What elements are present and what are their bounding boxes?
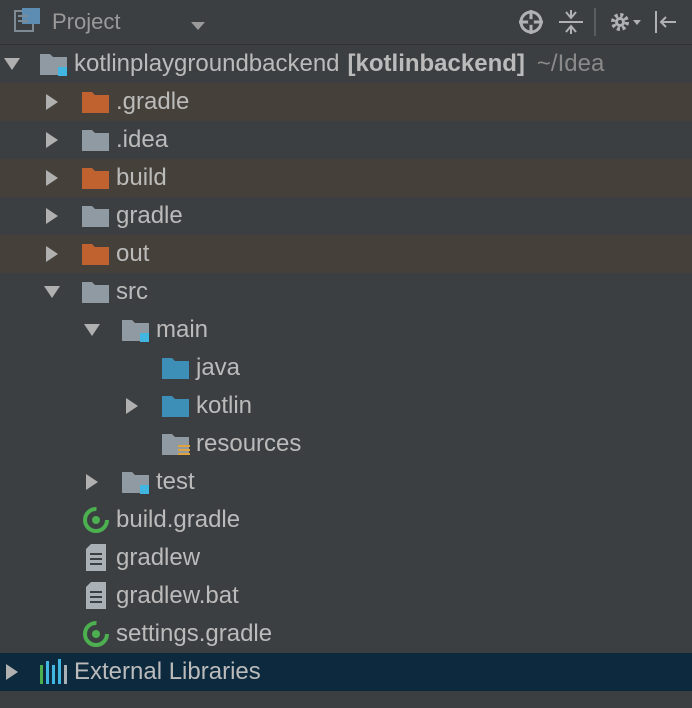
source-folder-icon	[160, 354, 192, 382]
tree-row-build-gradle[interactable]: build.gradle	[0, 501, 692, 539]
folder-icon	[80, 202, 112, 230]
no-arrow-spacer	[40, 584, 64, 608]
settings-icon[interactable]	[608, 5, 642, 39]
no-arrow-spacer	[40, 508, 64, 532]
tree-row-main[interactable]: main	[0, 311, 692, 349]
collapse-all-icon[interactable]	[554, 5, 588, 39]
tree-row-build[interactable]: build	[0, 159, 692, 197]
no-arrow-spacer	[40, 546, 64, 570]
text-file-icon	[80, 544, 112, 572]
expanded-arrow-icon[interactable]	[40, 280, 64, 304]
tree-row-gradle[interactable]: gradle	[0, 197, 692, 235]
text-file-icon	[80, 582, 112, 610]
source-folder-icon	[160, 392, 192, 420]
tree-row-out[interactable]: out	[0, 235, 692, 273]
tree-item-label: main	[156, 316, 209, 343]
dropdown-caret-icon[interactable]	[190, 18, 206, 36]
tree-row-dot-gradle[interactable]: .gradle	[0, 83, 692, 121]
collapsed-arrow-icon[interactable]	[40, 204, 64, 228]
tree-row-java[interactable]: java	[0, 349, 692, 387]
collapsed-arrow-icon[interactable]	[40, 128, 64, 152]
collapsed-arrow-icon[interactable]	[80, 470, 104, 494]
toolbar-separator	[594, 8, 596, 36]
tree-item-label: gradlew	[116, 544, 201, 571]
module-folder-icon	[38, 50, 70, 78]
tree-item-label: kotlin	[196, 392, 253, 419]
no-arrow-spacer	[40, 622, 64, 646]
gradle-file-icon	[80, 620, 112, 648]
locate-icon[interactable]	[514, 5, 548, 39]
excluded-folder-icon	[80, 164, 112, 192]
module-folder-icon	[120, 316, 152, 344]
folder-icon	[80, 278, 112, 306]
tree-row-dot-idea[interactable]: .idea	[0, 121, 692, 159]
module-folder-icon	[120, 468, 152, 496]
expanded-arrow-icon[interactable]	[80, 318, 104, 342]
project-view-title: Project	[52, 9, 121, 34]
tree-row-root[interactable]: kotlinplaygroundbackend [kotlinbackend] …	[0, 45, 692, 83]
no-arrow-spacer	[120, 432, 144, 456]
tree-item-label: build.gradle	[116, 506, 241, 533]
collapsed-arrow-icon[interactable]	[40, 90, 64, 114]
collapsed-arrow-icon[interactable]	[40, 166, 64, 190]
tree-row-test[interactable]: test	[0, 463, 692, 501]
collapsed-arrow-icon[interactable]	[0, 660, 24, 684]
tree-row-src[interactable]: src	[0, 273, 692, 311]
tree-item-label: build	[116, 164, 167, 191]
tree-item-label: test	[156, 468, 195, 495]
project-tree: kotlinplaygroundbackend [kotlinbackend] …	[0, 45, 692, 691]
tree-row-gradlew[interactable]: gradlew	[0, 539, 692, 577]
folder-icon	[80, 126, 112, 154]
root-path: ~/Idea	[536, 50, 605, 77]
tree-item-label: gradle	[116, 202, 183, 229]
tree-item-label: gradlew.bat	[116, 582, 239, 609]
tree-item-label: src	[116, 278, 148, 305]
excluded-folder-icon	[80, 88, 112, 116]
project-view-selector[interactable]: Project	[14, 0, 120, 44]
tree-row-resources[interactable]: resources	[0, 425, 692, 463]
tree-row-settings-gradle[interactable]: settings.gradle	[0, 615, 692, 653]
collapsed-arrow-icon[interactable]	[40, 242, 64, 266]
expanded-arrow-icon[interactable]	[0, 52, 24, 76]
tree-row-external-libraries[interactable]: External Libraries	[0, 653, 692, 691]
tree-row-gradlew-bat[interactable]: gradlew.bat	[0, 577, 692, 615]
root-label: kotlinplaygroundbackend	[74, 50, 340, 77]
tree-item-label: resources	[196, 430, 302, 457]
hide-panel-icon[interactable]	[648, 5, 682, 39]
tree-item-label: settings.gradle	[116, 620, 273, 647]
tree-item-label: java	[196, 354, 241, 381]
collapsed-arrow-icon[interactable]	[120, 394, 144, 418]
tree-item-label: .gradle	[116, 88, 190, 115]
no-arrow-spacer	[120, 356, 144, 380]
module-name: [kotlinbackend]	[347, 50, 525, 77]
tree-item-label: External Libraries	[74, 658, 261, 685]
project-view-icon	[14, 7, 42, 38]
tree-item-label: .idea	[116, 126, 169, 153]
tree-item-label: out	[116, 240, 150, 267]
project-toolbar: Project	[0, 0, 692, 45]
gradle-file-icon	[80, 506, 112, 534]
libraries-icon	[38, 658, 70, 686]
excluded-folder-icon	[80, 240, 112, 268]
tree-row-kotlin[interactable]: kotlin	[0, 387, 692, 425]
resources-folder-icon	[160, 430, 192, 458]
